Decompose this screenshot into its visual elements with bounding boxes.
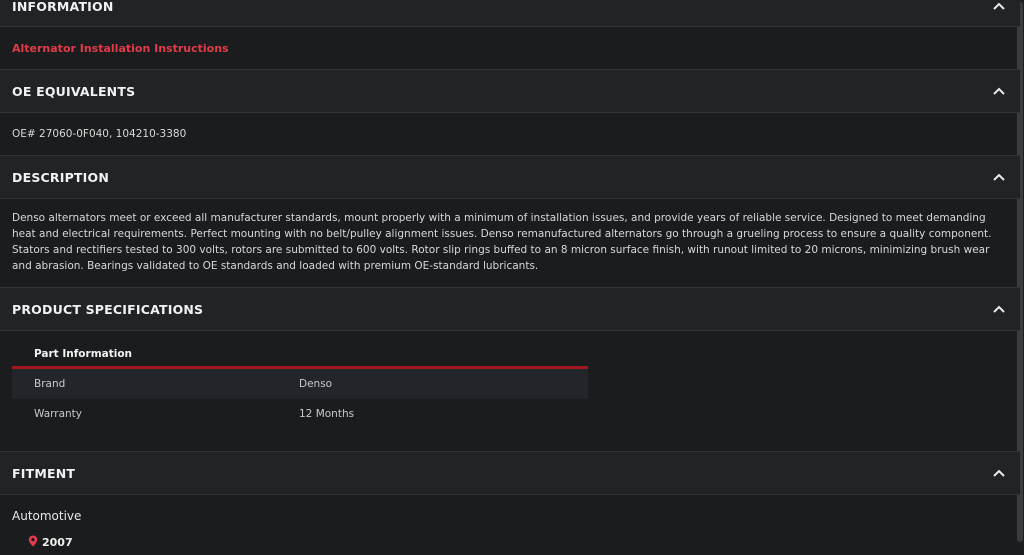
table-row: Warranty 12 Months [12, 399, 588, 429]
fitment-header[interactable]: FITMENT [0, 451, 1020, 495]
chevron-up-icon[interactable] [990, 0, 1008, 15]
description-body: Denso alternators meet or exceed all man… [0, 199, 1020, 287]
fitment-category: Automotive [12, 509, 82, 523]
table-row: Brand Denso [12, 369, 588, 399]
spec-value: 12 Months [299, 408, 355, 420]
section-title: FITMENT [12, 465, 76, 481]
spec-label: Brand [34, 378, 66, 390]
information-body: Alternator Installation Instructions [0, 27, 1020, 69]
spec-value: Denso [299, 378, 333, 390]
spec-table: Part Information Brand Denso Warranty 12… [12, 333, 588, 429]
spec-label: Warranty [34, 408, 83, 420]
oe-numbers: OE# 27060-0F040, 104210-3380 [12, 128, 187, 140]
fitment-year-item[interactable]: 2007 [28, 535, 1008, 550]
spec-table-header: Part Information [12, 333, 588, 369]
fitment-body: Automotive 2007 [0, 495, 1020, 555]
section-title: DESCRIPTION [12, 169, 109, 185]
chevron-up-icon[interactable] [990, 464, 1008, 482]
installation-instructions-link[interactable]: Alternator Installation Instructions [12, 42, 229, 55]
oe-equivalents-header[interactable]: OE EQUIVALENTS [0, 69, 1020, 113]
description-header[interactable]: DESCRIPTION [0, 155, 1020, 199]
description-text: Denso alternators meet or exceed all man… [12, 212, 992, 272]
section-title: PRODUCT SPECIFICATIONS [12, 301, 204, 317]
section-title: OE EQUIVALENTS [12, 83, 136, 99]
chevron-up-icon[interactable] [990, 300, 1008, 318]
information-header[interactable]: INFORMATION [0, 0, 1020, 27]
product-specifications-header[interactable]: PRODUCT SPECIFICATIONS [0, 287, 1020, 331]
chevron-up-icon[interactable] [990, 82, 1008, 100]
chevron-up-icon[interactable] [990, 168, 1008, 186]
location-pin-icon [28, 535, 38, 550]
oe-equivalents-body: OE# 27060-0F040, 104210-3380 [0, 113, 1020, 155]
product-specifications-body: Part Information Brand Denso Warranty 12… [0, 331, 1020, 451]
section-title: INFORMATION [12, 0, 114, 14]
fitment-year: 2007 [42, 536, 73, 549]
product-details: INFORMATION Alternator Installation Inst… [0, 0, 1020, 555]
